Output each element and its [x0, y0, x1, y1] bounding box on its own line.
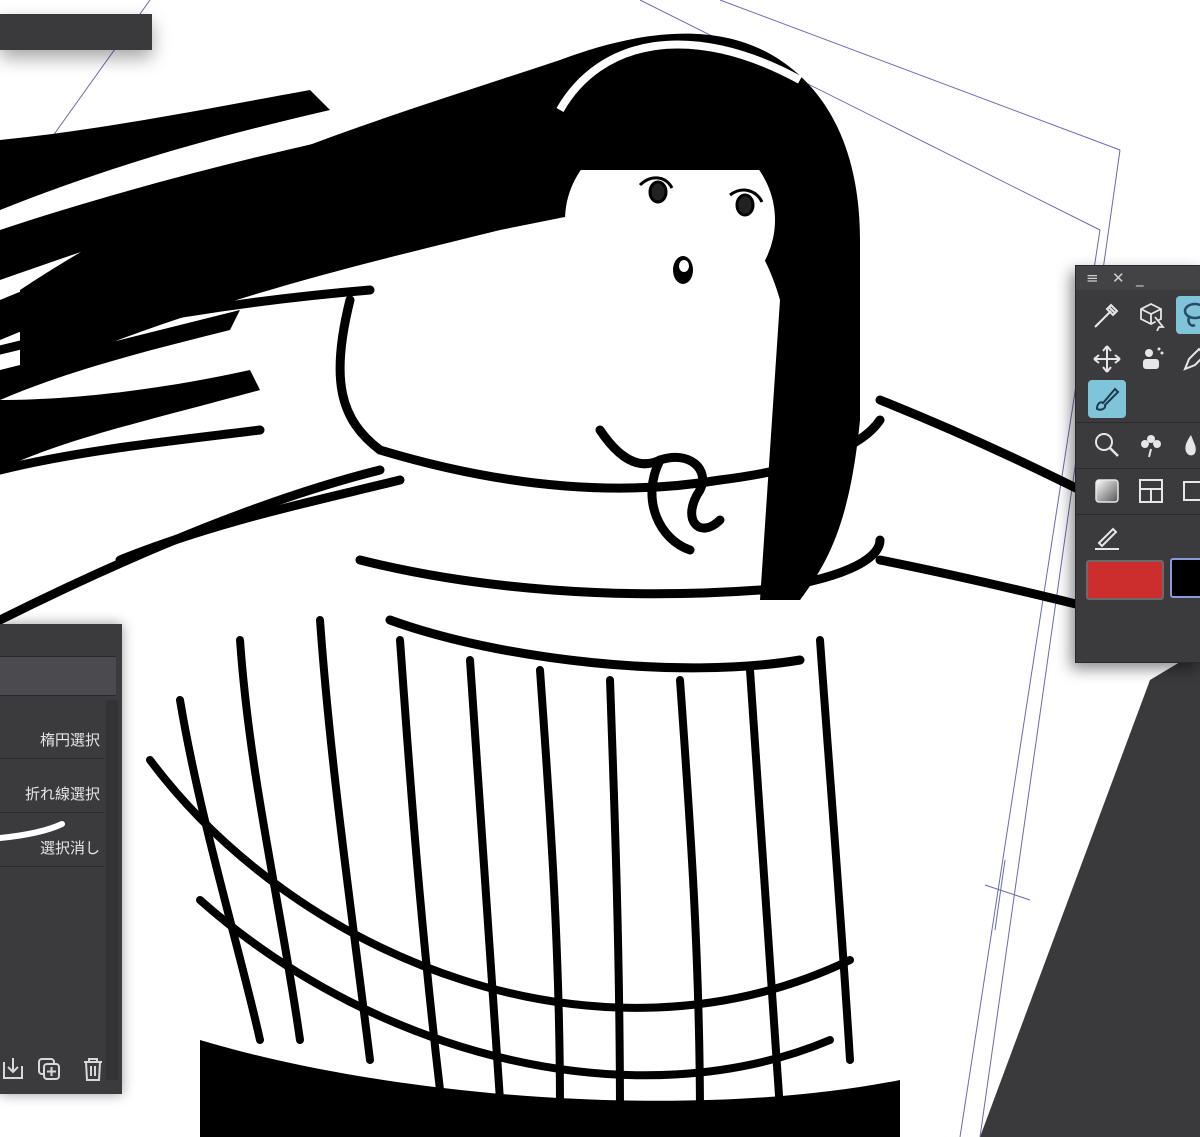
sub-color-swatch[interactable] [1170, 558, 1200, 598]
duplicate-icon[interactable] [36, 1056, 62, 1082]
rectangle-icon[interactable] [1176, 472, 1200, 510]
pen-icon[interactable] [1176, 340, 1200, 378]
frame-icon[interactable] [1132, 472, 1170, 510]
tool-palette-title-bar[interactable]: ≡ ✕ _ [1076, 266, 1200, 290]
3d-operation-icon[interactable] [1132, 296, 1170, 334]
palette-divider [1076, 468, 1200, 469]
subtool-panel-header [0, 656, 116, 696]
drawing-canvas[interactable] [0, 0, 1200, 1137]
command-bar [0, 14, 152, 50]
subtool-item-selection-eraser[interactable]: 選択消し [0, 814, 104, 867]
subtool-scrollbar[interactable] [106, 700, 118, 1080]
fill-icon[interactable] [1132, 340, 1170, 378]
subtool-label: 選択消し [39, 839, 100, 857]
zoom-icon[interactable] [1088, 426, 1126, 464]
menu-icon[interactable]: ≡ [1086, 269, 1099, 287]
tool-palette: ≡ ✕ _ [1075, 265, 1200, 663]
subtool-panel: 楕円選択 折れ線選択 選択消し [0, 624, 122, 1094]
palette-divider [1076, 514, 1200, 515]
subtool-label: 楕円選択 [39, 731, 100, 749]
brush-active-icon[interactable] [1088, 380, 1126, 418]
lasso-icon[interactable] [1176, 296, 1200, 334]
decoration-icon[interactable] [1132, 426, 1170, 464]
subtool-label: 折れ線選択 [24, 785, 100, 803]
subtool-panel-footer [0, 1052, 116, 1088]
close-icon[interactable]: ✕ [1112, 269, 1125, 287]
correct-line-icon[interactable] [1088, 518, 1126, 556]
minimize-icon[interactable]: _ [1136, 269, 1144, 287]
palette-divider [1076, 422, 1200, 423]
blend-icon[interactable] [1176, 426, 1200, 464]
gradient-icon[interactable] [1088, 472, 1126, 510]
eyedropper-icon[interactable] [1088, 296, 1126, 334]
artwork [0, 0, 1200, 1137]
trash-icon[interactable] [80, 1056, 106, 1082]
import-icon[interactable] [0, 1056, 26, 1082]
subtool-item-ellipse-select[interactable]: 楕円選択 [0, 706, 104, 759]
main-color-swatch[interactable] [1086, 560, 1164, 600]
subtool-item-polyline-select[interactable]: 折れ線選択 [0, 760, 104, 813]
move-icon[interactable] [1088, 340, 1126, 378]
